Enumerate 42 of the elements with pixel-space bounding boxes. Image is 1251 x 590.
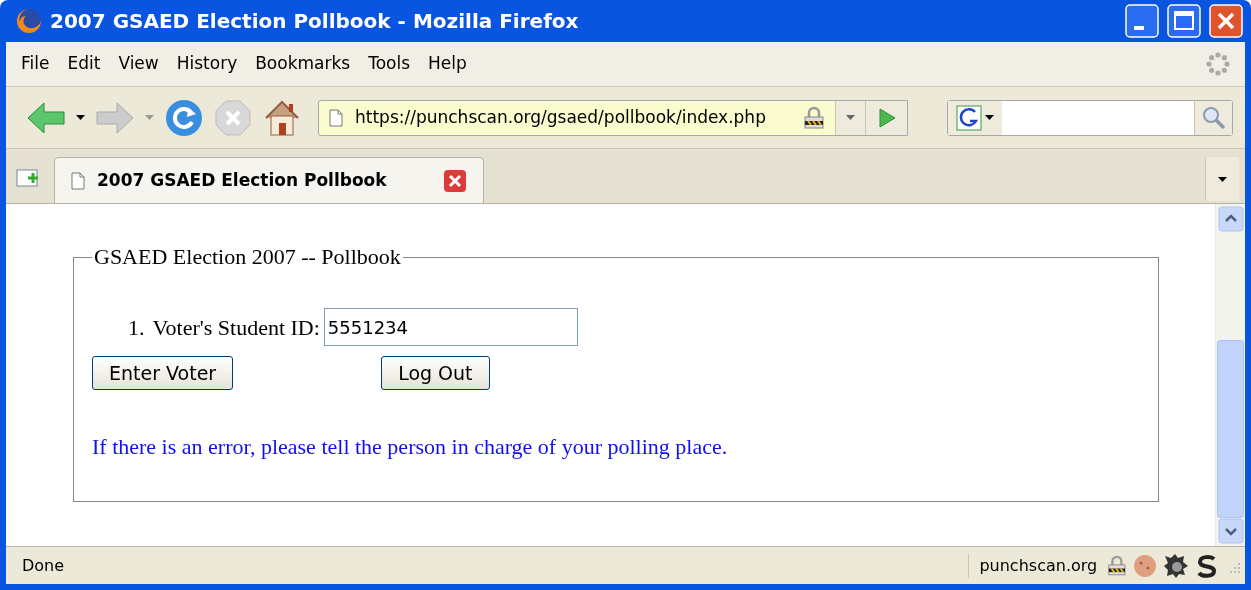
menu-item[interactable]: Help <box>425 51 470 77</box>
menu-item[interactable]: Tools <box>365 51 414 77</box>
s-logo-icon[interactable] <box>1195 552 1219 579</box>
browser-tab[interactable]: 2007 GSAED Election Pollbook <box>54 157 484 203</box>
scrollbar-thumb[interactable] <box>1217 340 1244 518</box>
back-arrow-icon[interactable] <box>26 99 66 136</box>
url-text: https://punchscan.org/gsaed/pollbook/index.php <box>355 105 767 129</box>
window-title: 2007 GSAED Election Pollbook - Mozilla Firefox <box>50 8 580 35</box>
close-button[interactable] <box>1209 4 1243 38</box>
go-arrow-icon[interactable] <box>876 106 897 129</box>
search-icon[interactable] <box>1201 105 1226 130</box>
reload-icon[interactable] <box>164 97 204 138</box>
close-tab-icon[interactable] <box>443 168 467 193</box>
scroll-up-button[interactable] <box>1217 206 1244 232</box>
menu-item[interactable]: File <box>18 51 53 77</box>
field-label: Voter's Student ID: <box>152 313 320 342</box>
status-text: Done <box>22 554 66 577</box>
form-button[interactable]: Enter Voter <box>92 356 234 390</box>
form-button[interactable]: Log Out <box>381 356 490 390</box>
page-icon <box>329 108 343 127</box>
error-notice: If there is an error, please tell the person in charge of your polling place. <box>92 433 729 461</box>
browser-logo-icon <box>16 8 42 34</box>
search-engine-icon[interactable] <box>956 104 982 131</box>
menu-item[interactable]: Edit <box>64 51 104 77</box>
page-icon <box>71 171 85 190</box>
cookie-icon[interactable] <box>1133 553 1157 578</box>
form-legend: GSAED Election 2007 -- Pollbook <box>92 246 403 268</box>
scroll-down-button[interactable] <box>1217 518 1244 544</box>
student-id-field[interactable]: 5551234 <box>323 308 578 346</box>
caret-icon[interactable] <box>985 115 994 120</box>
caret-icon[interactable] <box>76 115 85 120</box>
list-number: 1. <box>128 313 145 342</box>
menu-item[interactable]: History <box>173 51 241 77</box>
minimize-button[interactable] <box>1125 4 1159 38</box>
menu-item[interactable]: Bookmarks <box>252 51 354 77</box>
throbber-icon <box>1205 51 1231 77</box>
extension-icon[interactable] <box>1163 552 1189 579</box>
status-domain: punchscan.org <box>968 553 1102 578</box>
caret-icon[interactable] <box>1218 176 1227 182</box>
maximize-button[interactable] <box>1167 4 1201 38</box>
menu-item[interactable]: View <box>115 51 162 77</box>
address-bar[interactable]: https://punchscan.org/gsaed/pollbook/index.php <box>318 99 908 136</box>
